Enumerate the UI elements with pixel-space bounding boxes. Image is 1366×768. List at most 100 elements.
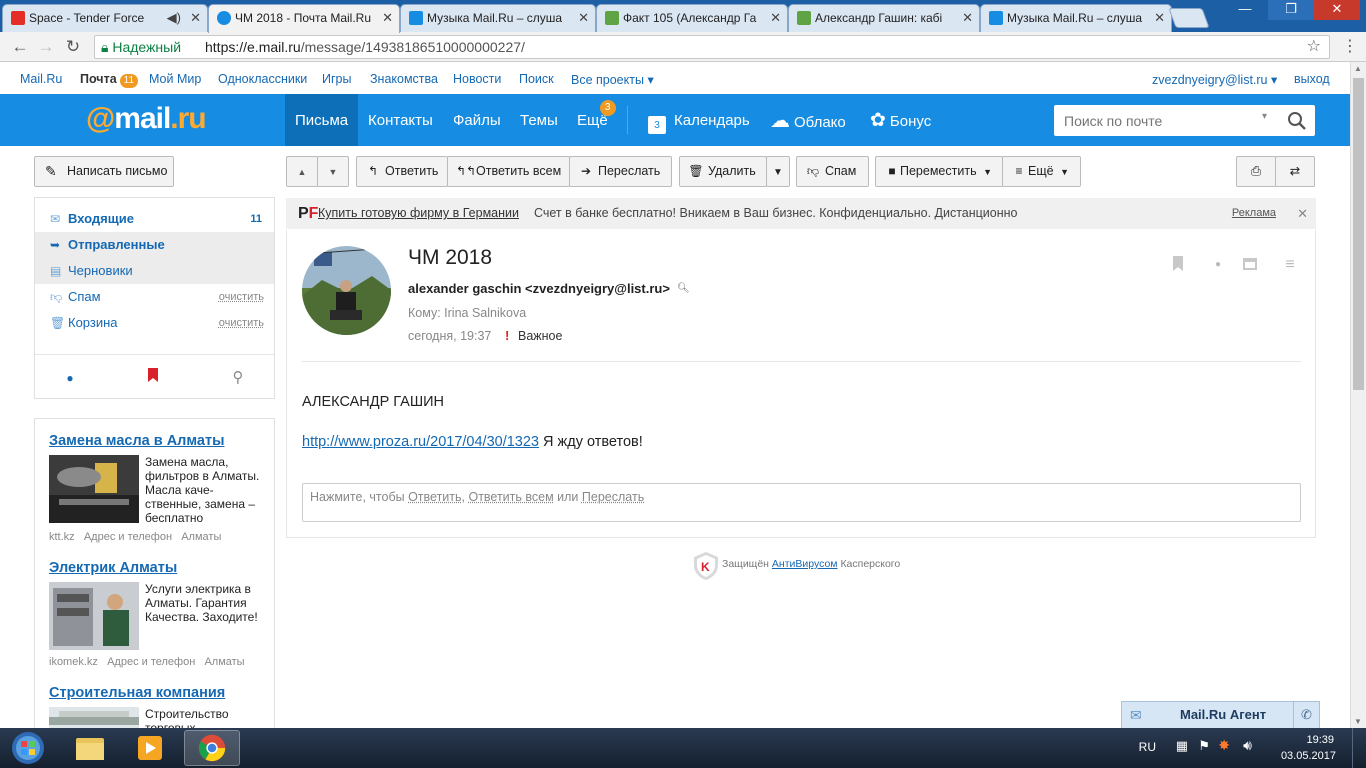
- portal-link-games[interactable]: Игры: [322, 72, 351, 86]
- close-icon[interactable]: ✕: [578, 5, 589, 31]
- message-menu-icon[interactable]: ≡: [1281, 256, 1299, 274]
- clock-date[interactable]: 03.05.2017: [1281, 750, 1336, 762]
- ad-image-electrician[interactable]: [49, 582, 139, 650]
- new-tab-button[interactable]: [1168, 8, 1210, 28]
- bookmark-star-icon[interactable]: ☆: [1307, 36, 1321, 58]
- phone-icon[interactable]: ✆: [1293, 702, 1319, 728]
- page-scrollbar[interactable]: ▲ ▼: [1350, 62, 1366, 728]
- portal-link-dating[interactable]: Знакомства: [370, 72, 438, 86]
- flag-filter-icon[interactable]: [143, 368, 163, 388]
- close-icon[interactable]: ✕: [190, 5, 201, 31]
- flag-icon[interactable]: ⚑: [1198, 738, 1210, 754]
- minimize-icon[interactable]: —: [1222, 0, 1268, 20]
- quick-reply-link[interactable]: Ответить: [408, 490, 461, 504]
- logout-link[interactable]: выход: [1294, 72, 1330, 86]
- next-message-button[interactable]: ▼: [317, 156, 349, 187]
- language-indicator[interactable]: RU: [1139, 740, 1156, 754]
- body-link[interactable]: http://www.proza.ru/2017/04/30/1323: [302, 434, 539, 450]
- portal-link-news[interactable]: Новости: [453, 72, 501, 86]
- browser-tab-active[interactable]: ЧМ 2018 - Почта Mail.Ru ✕: [208, 4, 400, 33]
- search-dropdown-icon[interactable]: ▾: [1262, 111, 1267, 122]
- mail-search-input[interactable]: [1054, 105, 1315, 136]
- volume-icon[interactable]: 🔊︎: [1243, 737, 1252, 754]
- print-button[interactable]: ⎙: [1236, 156, 1276, 187]
- close-icon[interactable]: ✕: [1297, 198, 1308, 229]
- nav-cloud[interactable]: ☁ Облако: [770, 94, 846, 146]
- nav-more[interactable]: Ещё 3: [577, 94, 616, 146]
- mailru-logo[interactable]: @mail.ru: [86, 102, 207, 136]
- folder-sent[interactable]: ➥ Отправленные: [35, 232, 274, 258]
- portal-link-mail[interactable]: Почта 11: [80, 72, 139, 88]
- restore-icon[interactable]: ❐: [1268, 0, 1314, 20]
- browser-tab[interactable]: Музыка Mail.Ru – слуша ✕: [980, 4, 1172, 32]
- portal-link-all-projects[interactable]: Все проекты ▾: [571, 72, 654, 87]
- delete-button[interactable]: 🗑︎ Удалить: [679, 156, 767, 187]
- clear-trash-link[interactable]: очистить: [219, 310, 264, 336]
- folder-drafts[interactable]: ▤ Черновики: [35, 258, 274, 284]
- mailru-agent-bar[interactable]: ✉ Mail.Ru Агент ✆: [1121, 701, 1320, 728]
- portal-link-ok[interactable]: Одноклассники: [218, 72, 307, 86]
- browser-tab[interactable]: Александр Гашин: кабі ✕: [788, 4, 980, 32]
- clear-spam-link[interactable]: очистить: [219, 284, 264, 310]
- bookmark-icon[interactable]: [1169, 256, 1187, 274]
- back-arrow-icon[interactable]: ←: [10, 37, 30, 57]
- close-icon[interactable]: ✕: [382, 5, 393, 31]
- message-recipient[interactable]: Кому: Irina Salnikova: [408, 306, 526, 320]
- nav-letters[interactable]: Письма: [285, 94, 359, 146]
- clock-time[interactable]: 19:39: [1306, 734, 1334, 746]
- quick-reply-all-link[interactable]: Ответить всем: [468, 490, 553, 504]
- ad-label-link[interactable]: Реклама: [1232, 198, 1276, 229]
- folder-inbox[interactable]: ✉ Входящие 11: [35, 206, 274, 232]
- prev-message-button[interactable]: ▲: [286, 156, 318, 187]
- folder-trash[interactable]: 🗑︎ Корзина очистить: [35, 310, 274, 336]
- unread-dot-icon[interactable]: ●: [1209, 256, 1227, 274]
- chrome-taskbar-icon[interactable]: [184, 730, 240, 766]
- nav-files[interactable]: Файлы: [453, 94, 501, 146]
- nav-bonus[interactable]: ✿ Бонус: [870, 94, 931, 146]
- message-sender[interactable]: alexander gaschin <zvezdnyeigry@list.ru>: [408, 281, 670, 296]
- reload-icon[interactable]: ↻: [63, 37, 83, 57]
- compose-button[interactable]: ✎ Написать письмо: [34, 156, 174, 187]
- secure-indicator[interactable]: 🔒︎ Надежный: [101, 36, 181, 58]
- sender-avatar[interactable]: [302, 246, 391, 335]
- banner-link[interactable]: Купить готовую фирму в Германии: [318, 198, 519, 229]
- more-actions-button[interactable]: ≡ Ещё ▼: [1002, 156, 1081, 187]
- ad-image-oil[interactable]: [49, 455, 139, 523]
- translate-button[interactable]: ⇄: [1275, 156, 1315, 187]
- close-icon[interactable]: ✕: [962, 5, 973, 31]
- browser-tab[interactable]: Space - Tender Force ◀) ✕: [2, 4, 208, 32]
- attachment-filter-icon[interactable]: ⚲: [228, 368, 248, 388]
- reply-all-button[interactable]: ↰↰Ответить всем: [447, 156, 570, 187]
- close-window-icon[interactable]: ✕: [1314, 0, 1360, 20]
- move-button[interactable]: ■ Переместить ▼: [875, 156, 1003, 187]
- forward-button[interactable]: ➔ Переслать: [569, 156, 672, 187]
- spam-button[interactable]: 👎︎ Спам: [796, 156, 869, 187]
- nav-themes[interactable]: Темы: [520, 94, 558, 146]
- start-button-icon[interactable]: [4, 730, 52, 766]
- quick-forward-link[interactable]: Переслать: [582, 490, 644, 504]
- browser-menu-icon[interactable]: ⋮: [1342, 38, 1358, 56]
- user-menu[interactable]: zvezdnyeigry@list.ru ▾: [1152, 72, 1277, 87]
- delete-dropdown-button[interactable]: ▼: [766, 156, 790, 187]
- portal-link-myworld[interactable]: Мой Мир: [149, 72, 201, 86]
- browser-tab[interactable]: Музыка Mail.Ru – слуша ✕: [400, 4, 596, 32]
- folder-spam[interactable]: 👎︎ Спам очистить: [35, 284, 274, 310]
- antivirus-link[interactable]: АнтиВирусом: [772, 558, 838, 570]
- ad-title[interactable]: Замена масла в Алматы: [49, 433, 224, 449]
- ad-title[interactable]: Строительная компания: [49, 685, 225, 701]
- unread-filter-icon[interactable]: ●: [60, 368, 80, 388]
- close-icon[interactable]: ◀): [167, 5, 181, 31]
- nav-contacts[interactable]: Контакты: [368, 94, 433, 146]
- address-bar[interactable]: 🔒︎ Надежный https://e.mail.ru/message/14…: [94, 35, 1330, 59]
- portal-link-search[interactable]: Поиск: [519, 72, 554, 86]
- browser-tab[interactable]: Факт 105 (Александр Га ✕: [596, 4, 788, 32]
- close-icon[interactable]: ✕: [1154, 5, 1165, 31]
- media-player-icon[interactable]: [122, 730, 178, 766]
- portal-link-mailru[interactable]: Mail.Ru: [20, 72, 62, 86]
- quick-reply-box[interactable]: Нажмите, чтобы Ответить, Ответить всем и…: [302, 483, 1301, 522]
- explorer-icon[interactable]: [62, 730, 118, 766]
- nav-calendar[interactable]: 3 Календарь: [648, 94, 750, 146]
- close-icon[interactable]: ✕: [770, 5, 781, 31]
- scroll-thumb[interactable]: [1353, 78, 1364, 390]
- calendar-add-icon[interactable]: [1241, 256, 1259, 274]
